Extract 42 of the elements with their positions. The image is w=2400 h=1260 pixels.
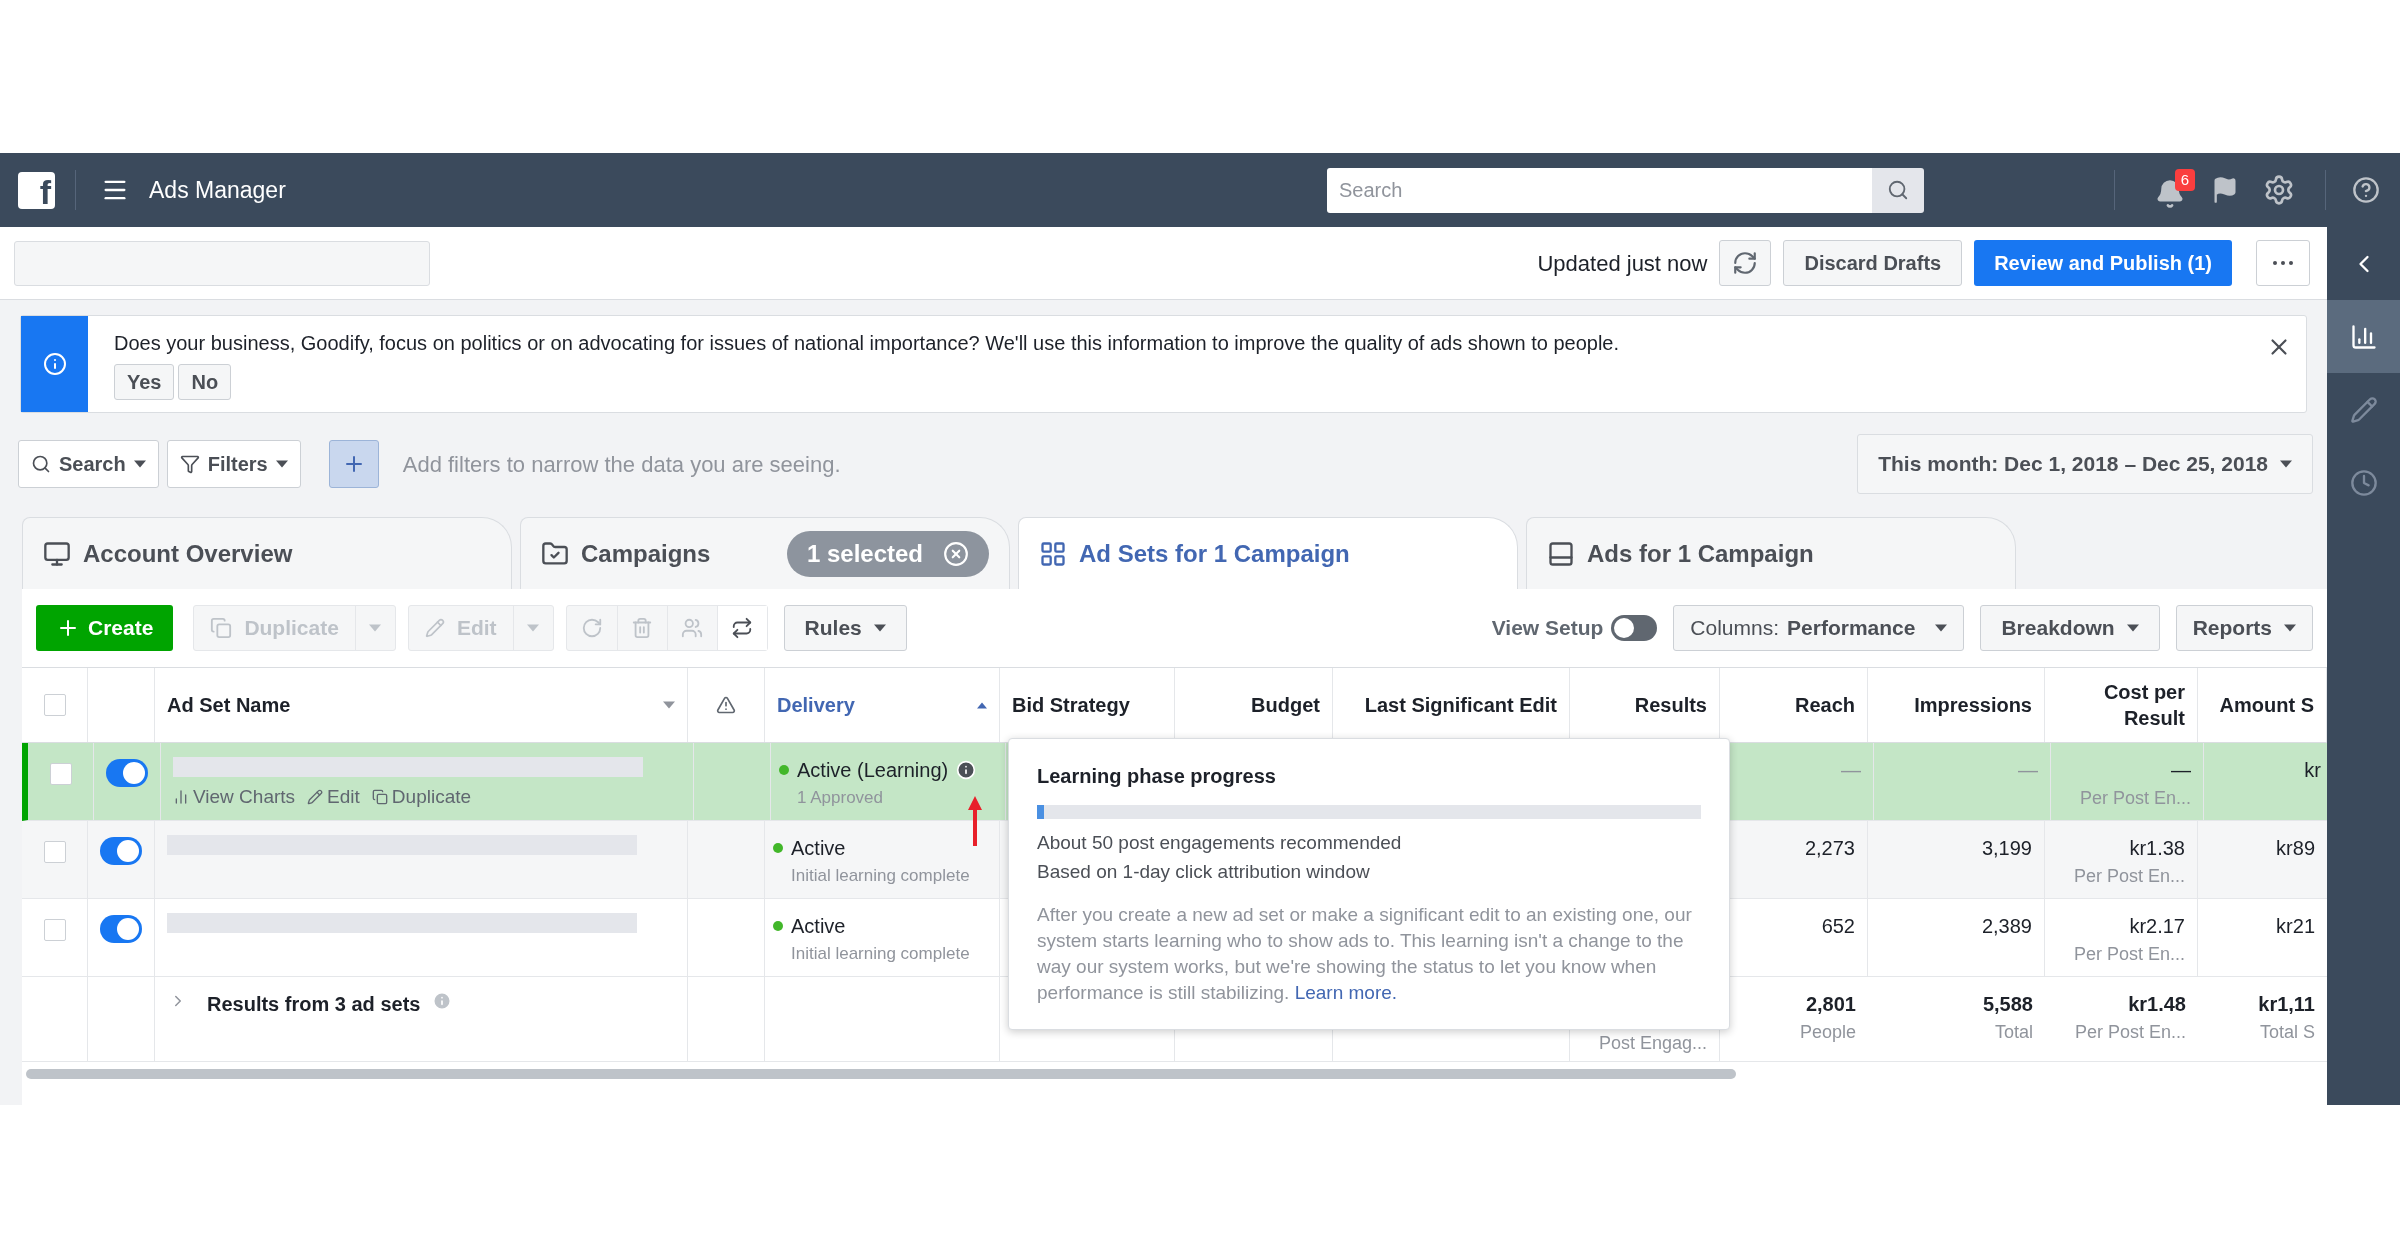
delivery-detail: Initial learning complete <box>791 943 970 965</box>
delivery-status: Active <box>791 836 846 861</box>
table-cell-text: 2,801 <box>1805 992 1856 1017</box>
table-cell: kr21 <box>2276 915 2315 937</box>
notification-badge: 6 <box>2175 169 2195 191</box>
table-cell: 652 <box>1821 915 1855 937</box>
table-cell: — <box>2018 759 2038 781</box>
table-cell-text: kr1.38 <box>2129 836 2185 861</box>
filter-hint: Add filters to narrow the data you are seeing. <box>402 450 841 479</box>
cell-subtext: Per Post En... <box>2074 1021 2186 1044</box>
cell-subtext: Total S <box>2259 1021 2315 1044</box>
delivery-detail: 1 Approved <box>797 787 883 809</box>
cell-subtext: People <box>1799 1021 1856 1044</box>
cell-subtext: Post Engag... <box>1598 1032 1707 1055</box>
tooltip-line: Based on 1-day click attribution window <box>1037 859 1371 884</box>
summary-label: Results from 3 ad sets <box>207 992 421 1017</box>
delivery-status: Active (Learning) <box>797 758 949 783</box>
columns-label: Columns: <box>1690 615 1780 642</box>
table-cell-text: kr1,11 <box>2258 992 2315 1017</box>
tooltip-line: About 50 post engagements recommended <box>1037 831 1403 855</box>
view-setup-label: View Setup <box>1491 615 1604 642</box>
tooltip-title: Learning phase progress <box>1037 764 1277 789</box>
table-cell: kr89 <box>2276 837 2315 859</box>
table-cell: 3,199 <box>1981 837 2032 859</box>
table-cell-text: kr1.48 <box>2128 992 2186 1017</box>
cell-subtext: Per Post En... <box>2079 787 2191 810</box>
update-status: Updated just now <box>1537 249 1708 278</box>
delivery-status: Active <box>791 914 846 939</box>
cell-subtext: Per Post En... <box>2073 865 2185 888</box>
delivery-detail: Initial learning complete <box>791 865 970 887</box>
app-title: Ads Manager <box>149 175 286 205</box>
columns-value: Performance <box>1787 615 1916 642</box>
table-cell-text: — <box>2171 758 2191 783</box>
table-cell: kr <box>2304 759 2321 781</box>
cell-subtext: Total <box>1994 1021 2033 1044</box>
table-cell: 2,273 <box>1804 837 1855 859</box>
table-cell: 2,389 <box>1981 915 2032 937</box>
table-cell-text: kr2.17 <box>2129 914 2185 939</box>
table-cell: — <box>1841 759 1861 781</box>
table-cell-text: 5,588 <box>1982 992 2033 1017</box>
cell-subtext: Per Post En... <box>2073 943 2185 966</box>
notice-text: Does your business, Goodify, focus on politics or on advocating for issues of national importance? We'll use this information to improve the quality of ads shown to people. <box>114 331 1619 356</box>
